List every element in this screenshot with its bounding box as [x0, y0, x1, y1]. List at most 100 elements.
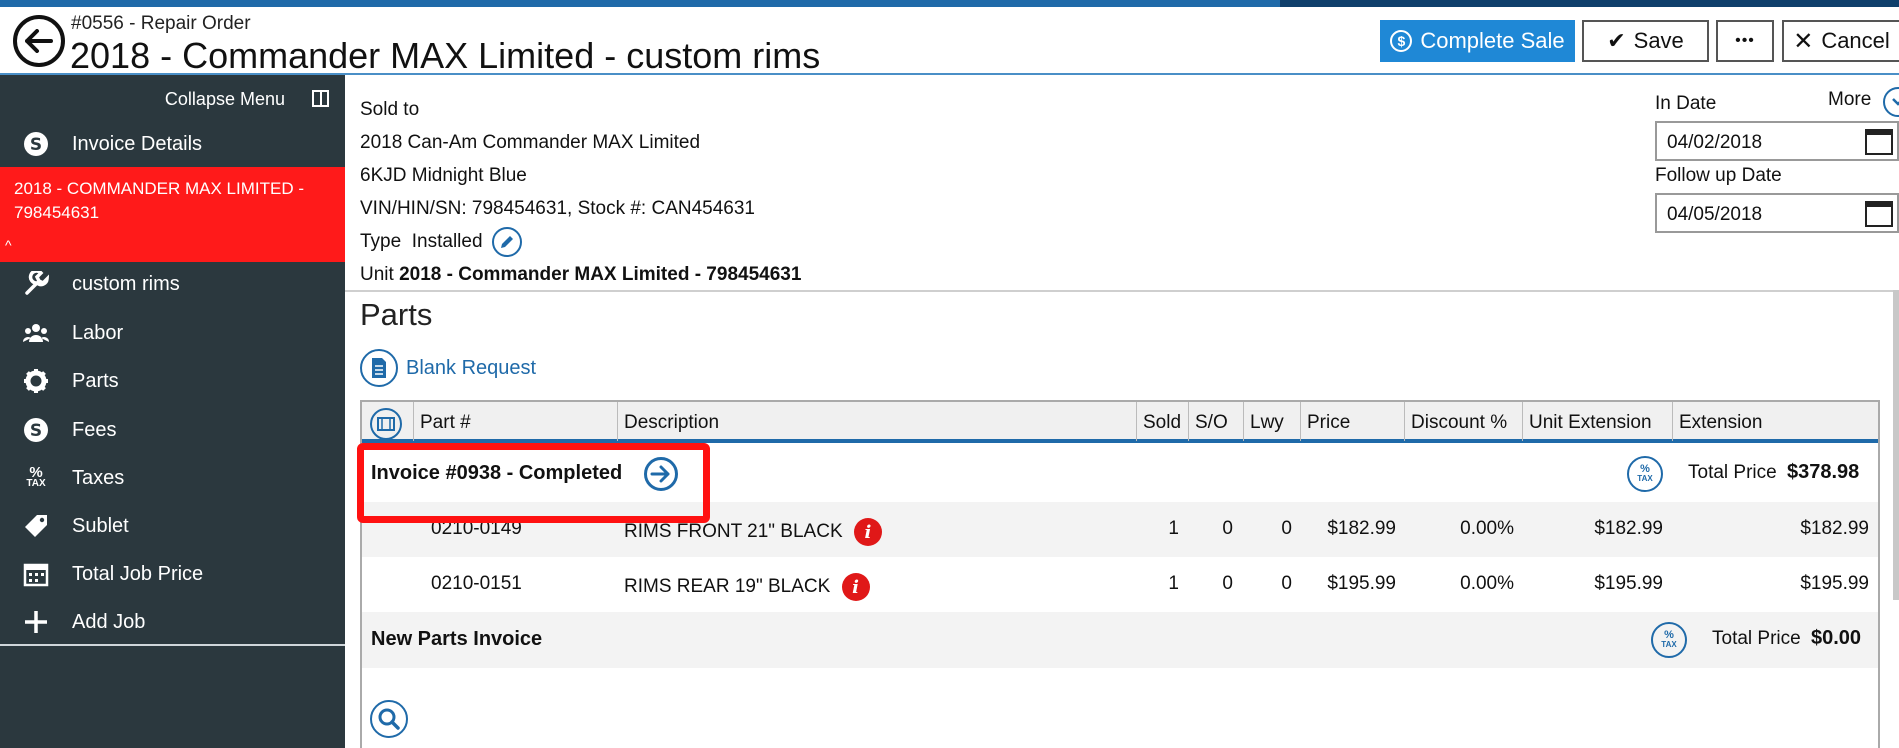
in-date-field[interactable]: 04/02/2018	[1655, 121, 1899, 161]
part-number: 0210-0151	[431, 573, 522, 594]
follow-up-date-value: 04/05/2018	[1667, 204, 1763, 225]
cancel-label: Cancel	[1821, 28, 1890, 53]
blank-request-button[interactable]: Blank Request	[360, 349, 536, 387]
follow-up-date-label: Follow up Date	[1655, 165, 1782, 186]
so-qty: 0	[1222, 518, 1233, 539]
checkmark-icon: ✔	[1607, 28, 1626, 53]
parts-table: Part # Description Sold S/O Lwy Price Di…	[360, 400, 1880, 748]
part-number: 0210-0149	[431, 518, 522, 539]
discount: 0.00%	[1460, 518, 1514, 539]
unit-extension: $182.99	[1594, 518, 1663, 539]
col-discount[interactable]: Discount %	[1405, 402, 1523, 441]
col-lwy[interactable]: Lwy	[1244, 402, 1301, 441]
vertical-scrollbar[interactable]	[1893, 290, 1899, 600]
sidebar-item-total-job-price[interactable]: Total Job Price	[0, 552, 345, 596]
in-date-value: 04/02/2018	[1667, 132, 1763, 153]
percent-tax-icon: % TAX	[26, 464, 46, 489]
dollar-circle-icon: S	[22, 130, 50, 158]
chevron-up-icon[interactable]: ^	[5, 237, 12, 253]
complete-sale-button[interactable]: $ Complete Sale	[1380, 20, 1575, 62]
type-row: Type Installed	[360, 225, 801, 258]
sidebar-item-custom-rims[interactable]: custom rims	[0, 262, 345, 306]
col-part-number[interactable]: Part #	[414, 402, 618, 441]
page-title: 2018 - Commander MAX Limited - custom ri…	[70, 35, 821, 76]
cancel-button[interactable]: ✕ Cancel	[1782, 20, 1899, 62]
sidebar-item-invoice-details[interactable]: S Invoice Details	[0, 122, 345, 166]
invoice-title: Invoice #0938 - Completed	[371, 462, 623, 484]
sold-to-line-1: 2018 Can-Am Commander MAX Limited	[360, 132, 701, 153]
sold-qty: 1	[1168, 573, 1179, 594]
percent-tax-icon[interactable]: % TAX	[1627, 456, 1663, 492]
table-row[interactable]: 0210-0151 RIMS REAR 19" BLACK i 1 0 0 $1…	[362, 557, 1878, 612]
sidebar-item-labor[interactable]: Labor	[0, 311, 345, 355]
percent-tax-icon[interactable]: % TAX	[1651, 622, 1687, 658]
unit-row: Unit 2018 - Commander MAX Limited - 7984…	[360, 258, 801, 291]
table-row[interactable]: 0210-0149 RIMS FRONT 21" BLACK i 1 0 0 $…	[362, 502, 1878, 557]
calendar-list-icon	[22, 560, 50, 588]
more-options-button[interactable]: •••	[1716, 20, 1774, 62]
sidebar-item-label: Fees	[72, 418, 117, 441]
unit-value: 2018 - Commander MAX Limited - 798454631	[399, 264, 802, 285]
sidebar-item-label: Sublet	[72, 514, 129, 537]
in-date-label: In Date	[1655, 93, 1717, 114]
sold-to-label: Sold to	[360, 99, 420, 120]
top-strip-dark	[1280, 0, 1899, 7]
sidebar-unit-label: 2018 - COMMANDER MAX LIMITED - 798454631	[14, 179, 304, 222]
sold-to-line-2: 6KJD Midnight Blue	[360, 165, 527, 186]
film-icon	[370, 408, 402, 440]
plus-icon	[22, 608, 50, 636]
col-price[interactable]: Price	[1301, 402, 1405, 441]
sidebar-item-label: Taxes	[72, 466, 125, 489]
search-icon[interactable]	[370, 700, 408, 738]
repair-order-label: #0556 - Repair Order	[71, 13, 251, 34]
pencil-edit-icon[interactable]	[491, 226, 522, 257]
follow-up-date-field[interactable]: 04/05/2018	[1655, 193, 1899, 233]
dates-block: In Date 04/02/2018 Follow up Date 04/05/…	[1655, 93, 1899, 233]
info-icon[interactable]: i	[853, 518, 882, 546]
tax-icon-percent: %	[1640, 463, 1650, 475]
sold-qty: 1	[1168, 518, 1179, 539]
sidebar-item-label: Add Job	[72, 610, 146, 633]
col-extension[interactable]: Extension	[1673, 402, 1878, 441]
collapse-menu-label: Collapse Menu	[164, 89, 285, 109]
save-label: Save	[1633, 28, 1684, 53]
info-icon[interactable]: i	[841, 573, 870, 601]
sidebar-item-label: custom rims	[72, 272, 180, 295]
sidebar-item-parts[interactable]: Parts	[0, 359, 345, 403]
back-arrow-icon[interactable]	[13, 15, 65, 67]
part-description-text: RIMS FRONT 21" BLACK	[624, 521, 843, 543]
sidebar-item-sublet[interactable]: Sublet	[0, 504, 345, 548]
total-price-label: Total Price	[1712, 628, 1801, 649]
total-price-value: $0.00	[1811, 627, 1862, 649]
arrow-right-circle-icon[interactable]	[644, 457, 678, 491]
sidebar-item-add-job[interactable]: Add Job	[0, 600, 345, 644]
collapse-menu[interactable]: Collapse Menu	[0, 87, 345, 113]
new-invoice-title: New Parts Invoice	[371, 628, 543, 650]
svg-text:S: S	[30, 135, 42, 155]
sidebar-divider	[0, 644, 345, 646]
column-chooser[interactable]	[362, 402, 414, 441]
price: $182.99	[1327, 518, 1396, 539]
top-strip	[0, 0, 1899, 7]
tag-icon	[22, 512, 50, 540]
col-sold[interactable]: Sold	[1137, 402, 1189, 441]
sidebar-unit-selected[interactable]: 2018 - COMMANDER MAX LIMITED - 798454631…	[0, 167, 345, 262]
parts-heading: Parts	[360, 297, 433, 332]
main-content: Sold to 2018 Can-Am Commander MAX Limite…	[345, 75, 1899, 748]
col-so[interactable]: S/O	[1189, 402, 1244, 441]
save-button[interactable]: ✔ Save	[1582, 20, 1709, 62]
sidebar-item-taxes[interactable]: % TAX Taxes	[0, 456, 345, 500]
col-unit-extension[interactable]: Unit Extension	[1523, 402, 1673, 441]
calendar-icon[interactable]	[1865, 129, 1893, 155]
total-price-label: Total Price	[1688, 462, 1777, 483]
calendar-icon[interactable]	[1865, 201, 1893, 227]
wrench-icon	[22, 270, 50, 298]
tax-icon-text: TAX	[1661, 640, 1677, 649]
people-icon	[22, 319, 50, 347]
sidebar-item-label: Invoice Details	[72, 132, 203, 155]
new-parts-invoice-header: New Parts Invoice % TAX Total Price $0.0…	[362, 612, 1878, 668]
col-description[interactable]: Description	[618, 402, 1137, 441]
table-header: Part # Description Sold S/O Lwy Price Di…	[362, 400, 1878, 443]
price: $195.99	[1327, 573, 1396, 594]
sidebar-item-fees[interactable]: S Fees	[0, 408, 345, 452]
